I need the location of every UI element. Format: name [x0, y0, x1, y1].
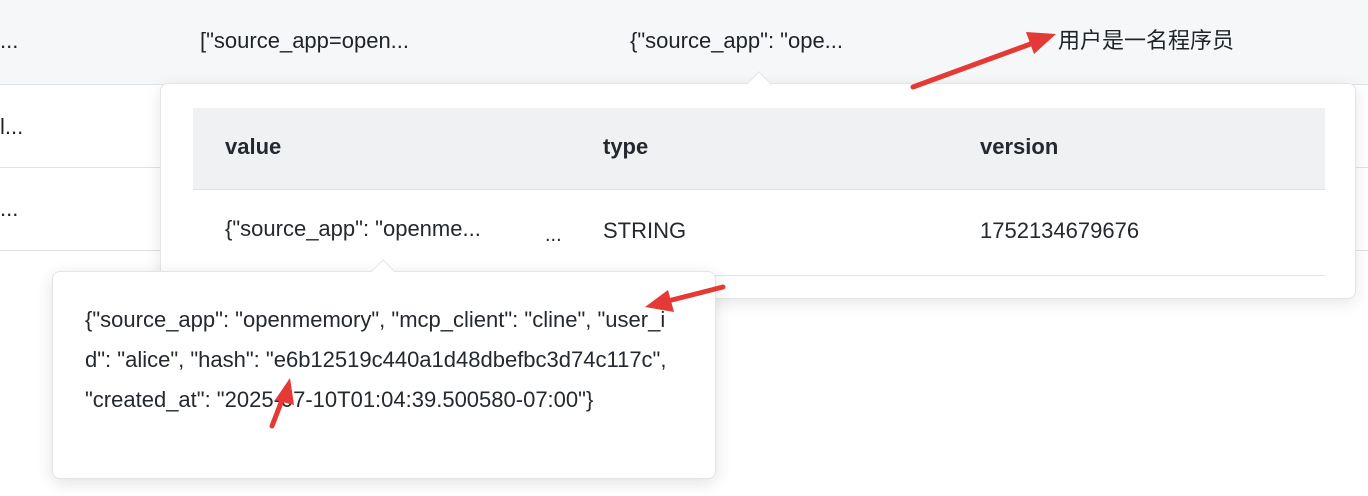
- column-header-version: version: [980, 134, 1059, 159]
- row-cell-id: l...: [0, 114, 24, 139]
- screenshot-stage: ... ["source_app=open... {"source_app": …: [0, 0, 1368, 496]
- row-cell-id: ...: [0, 28, 19, 53]
- column-header-value: value: [225, 134, 282, 159]
- tooltip-text: {"source_app": "openmemory", "mcp_client…: [85, 307, 667, 412]
- row-cell-metadata[interactable]: {"source_app": "ope...: [630, 26, 843, 56]
- cell-version: 1752134679676: [980, 218, 1140, 243]
- metadata-table-header: value type version: [193, 108, 1325, 190]
- more-button[interactable]: ...: [545, 224, 562, 247]
- row-cell-id: ...: [0, 196, 19, 221]
- cell-type: STRING: [603, 218, 687, 243]
- cell-value[interactable]: {"source_app": "openme...: [225, 216, 481, 242]
- metadata-table: value type version {"source_app": "openm…: [193, 108, 1325, 276]
- row-cell-memory: 用户是一名程序员: [1058, 28, 1235, 53]
- column-header-type: type: [603, 134, 649, 159]
- value-tooltip: {"source_app": "openmemory", "mcp_client…: [52, 271, 716, 479]
- row-cell-tags[interactable]: ["source_app=open...: [200, 26, 409, 56]
- table-row[interactable]: {"source_app": "openme... ... STRING 175…: [193, 190, 1325, 276]
- metadata-popover: value type version {"source_app": "openm…: [160, 83, 1356, 299]
- table-row[interactable]: ... ["source_app=open... {"source_app": …: [0, 0, 1368, 85]
